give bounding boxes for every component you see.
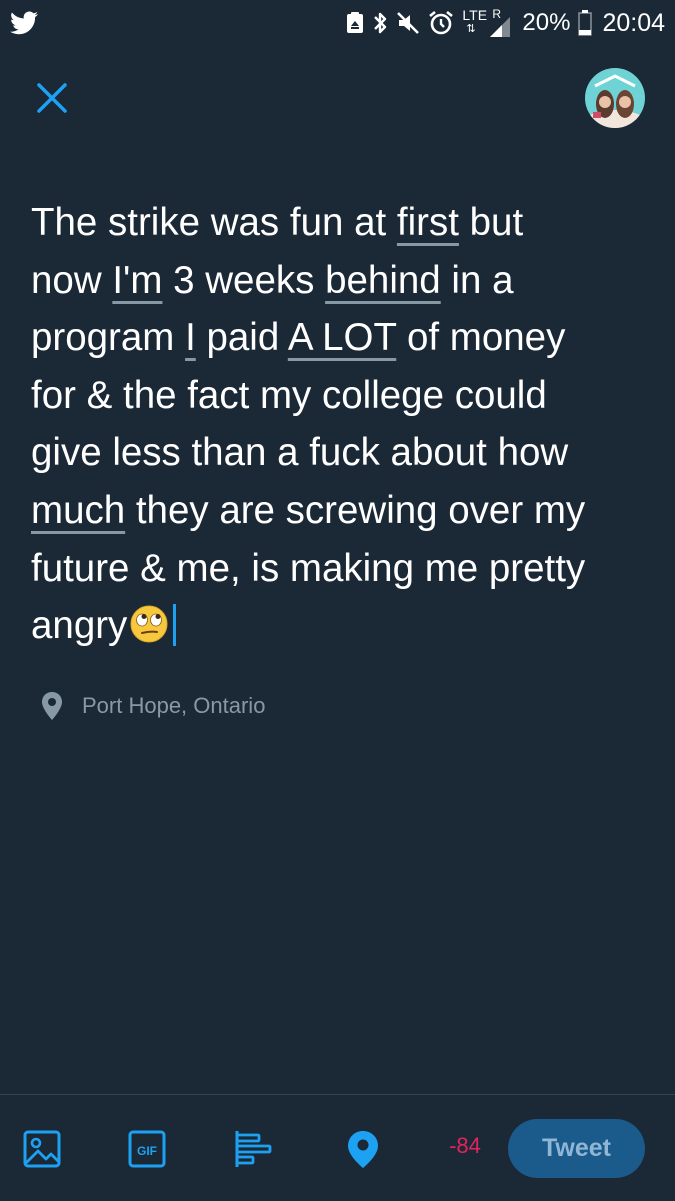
mute-icon — [397, 12, 420, 34]
tweet-button[interactable]: Tweet — [508, 1119, 645, 1178]
misspelled-word[interactable]: A LOT — [288, 316, 396, 359]
location-icon — [348, 1131, 378, 1168]
location-label: Port Hope, Ontario — [82, 693, 266, 718]
misspelled-word[interactable]: much — [31, 489, 125, 532]
signal-icon — [490, 17, 511, 37]
status-icons: LTE R ⇅ 20% 20:04 — [346, 0, 665, 46]
clock: 20:04 — [602, 8, 665, 37]
image-icon — [23, 1130, 61, 1168]
tweet-compose-text[interactable]: The strike was fun at first but now I'm … — [31, 194, 641, 655]
add-gif-button[interactable]: GIF — [127, 1129, 167, 1169]
misspelled-word[interactable]: behind — [325, 259, 441, 302]
close-button[interactable] — [30, 76, 74, 120]
screenshot-icon — [347, 12, 364, 33]
text-cursor — [173, 604, 177, 647]
add-poll-button[interactable] — [234, 1129, 274, 1169]
misspelled-word[interactable]: I'm — [112, 259, 162, 302]
bluetooth-icon — [374, 12, 387, 34]
character-counter: -84 — [449, 1133, 481, 1158]
misspelled-word[interactable]: first — [397, 201, 459, 244]
gif-label: GIF — [137, 1144, 157, 1158]
battery-percent: 20% — [522, 9, 571, 36]
user-avatar[interactable] — [585, 68, 645, 128]
misspelled-word[interactable]: I — [185, 316, 196, 359]
tweet-text-segment: The strike was fun at — [31, 201, 397, 244]
add-image-button[interactable] — [22, 1129, 62, 1169]
twitter-icon — [10, 11, 38, 35]
location-pin-icon — [42, 692, 62, 720]
tweet-text-segment: 3 weeks — [162, 258, 326, 302]
battery-icon — [578, 10, 593, 36]
avatar-image — [585, 68, 645, 128]
tweet-text-segment: paid — [195, 316, 288, 360]
network-indicator: LTE R ⇅ — [462, 8, 514, 38]
location-tag[interactable]: Port Hope, Ontario — [40, 690, 265, 722]
poll-icon — [235, 1131, 272, 1167]
rolling-eyes-emoji — [130, 605, 168, 643]
status-bar: LTE R ⇅ 20% 20:04 — [0, 0, 675, 46]
compose-toolbar: GIF -84 Tweet — [0, 1094, 675, 1201]
close-icon — [37, 83, 67, 113]
gif-icon: GIF — [128, 1130, 166, 1168]
add-location-button[interactable] — [343, 1129, 383, 1169]
alarm-icon — [429, 10, 454, 35]
